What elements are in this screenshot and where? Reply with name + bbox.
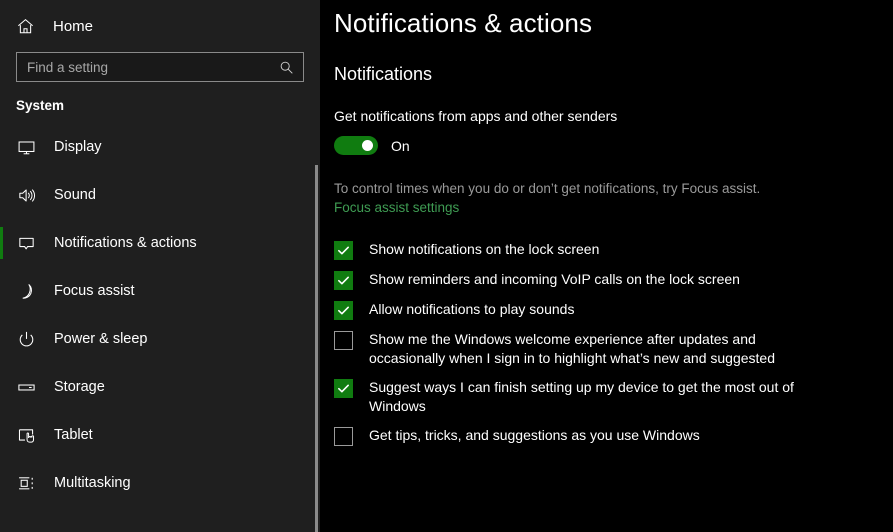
checkbox-label: Allow notifications to play sounds [369, 301, 575, 317]
checkbox-suggest-setup[interactable] [334, 379, 353, 398]
sidebar-item-display[interactable]: Display [0, 123, 320, 171]
search-input[interactable] [17, 53, 279, 81]
drive-icon [16, 377, 36, 397]
checkbox-label: Show reminders and incoming VoIP calls o… [369, 271, 740, 287]
home-label: Home [53, 17, 94, 35]
toggle-knob [362, 140, 373, 151]
setting-label-get-notifications: Get notifications from apps and other se… [334, 108, 618, 124]
sidebar-item-label: Display [54, 139, 102, 155]
checkbox-label: Show me the Windows welcome experience a… [369, 331, 775, 366]
sidebar-group-title: System [16, 98, 65, 113]
checkbox-reminders-voip[interactable] [334, 271, 353, 290]
focus-assist-hint: To control times when you do or don’t ge… [334, 181, 761, 196]
sidebar-scrollbar[interactable] [315, 165, 318, 532]
sidebar-item-label: Notifications & actions [54, 235, 197, 251]
checkbox-welcome-experience[interactable] [334, 331, 353, 350]
focus-assist-settings-link[interactable]: Focus assist settings [334, 198, 459, 215]
sidebar-item-storage[interactable]: Storage [0, 363, 320, 411]
tablet-hand-icon [16, 425, 36, 445]
sidebar-item-home[interactable]: Home [0, 8, 320, 44]
sidebar-item-power-sleep[interactable]: Power & sleep [0, 315, 320, 363]
checkbox-row[interactable]: Suggest ways I can finish setting up my … [334, 378, 893, 426]
sidebar-item-sound[interactable]: Sound [0, 171, 320, 219]
settings-window: Home System [0, 0, 893, 532]
sidebar-item-label: Multitasking [54, 475, 131, 491]
sidebar-item-label: Power & sleep [54, 331, 148, 347]
sidebar-item-focus-assist[interactable]: Focus assist [0, 267, 320, 315]
checkbox-row[interactable]: Show notifications on the lock screen [334, 240, 893, 270]
sidebar-item-label: Tablet [54, 427, 93, 443]
monitor-icon [16, 137, 36, 157]
section-title-notifications: Notifications [334, 64, 433, 84]
home-icon [16, 17, 35, 36]
main-content: Notifications & actions Notifications Ge… [320, 0, 893, 532]
notification-options-list: Show notifications on the lock screen Sh… [334, 217, 893, 456]
sidebar-item-label: Focus assist [54, 283, 135, 299]
checkbox-row[interactable]: Allow notifications to play sounds [334, 300, 893, 330]
notifications-toggle-row: On [334, 124, 893, 155]
checkbox-row[interactable]: Show me the Windows welcome experience a… [334, 330, 893, 378]
toggle-state-label: On [391, 137, 410, 154]
moon-icon [16, 281, 36, 301]
sidebar-item-multitasking[interactable]: Multitasking [0, 459, 320, 507]
sidebar: Home System [0, 0, 320, 532]
chat-bubble-icon [16, 233, 36, 253]
checkbox-row[interactable]: Show reminders and incoming VoIP calls o… [334, 270, 893, 300]
search-box[interactable] [16, 52, 304, 82]
search-icon[interactable] [279, 60, 303, 75]
sidebar-item-label: Sound [54, 187, 96, 203]
task-view-icon [16, 473, 36, 493]
search-container [0, 44, 320, 82]
sidebar-nav: Display Sound Notifications & actions Fo… [0, 123, 320, 507]
checkbox-tips-tricks[interactable] [334, 427, 353, 446]
page-title: Notifications & actions [334, 8, 593, 38]
speaker-icon [16, 185, 36, 205]
checkbox-play-sounds[interactable] [334, 301, 353, 320]
power-icon [16, 329, 36, 349]
checkbox-label: Get tips, tricks, and suggestions as you… [369, 427, 700, 443]
sidebar-item-label: Storage [54, 379, 105, 395]
notifications-toggle[interactable] [334, 136, 378, 155]
checkbox-lock-screen-notifications[interactable] [334, 241, 353, 260]
sidebar-item-notifications-actions[interactable]: Notifications & actions [0, 219, 320, 267]
checkbox-label: Show notifications on the lock screen [369, 241, 600, 257]
checkbox-label: Suggest ways I can finish setting up my … [369, 379, 794, 414]
checkbox-row[interactable]: Get tips, tricks, and suggestions as you… [334, 426, 893, 456]
sidebar-item-tablet[interactable]: Tablet [0, 411, 320, 459]
